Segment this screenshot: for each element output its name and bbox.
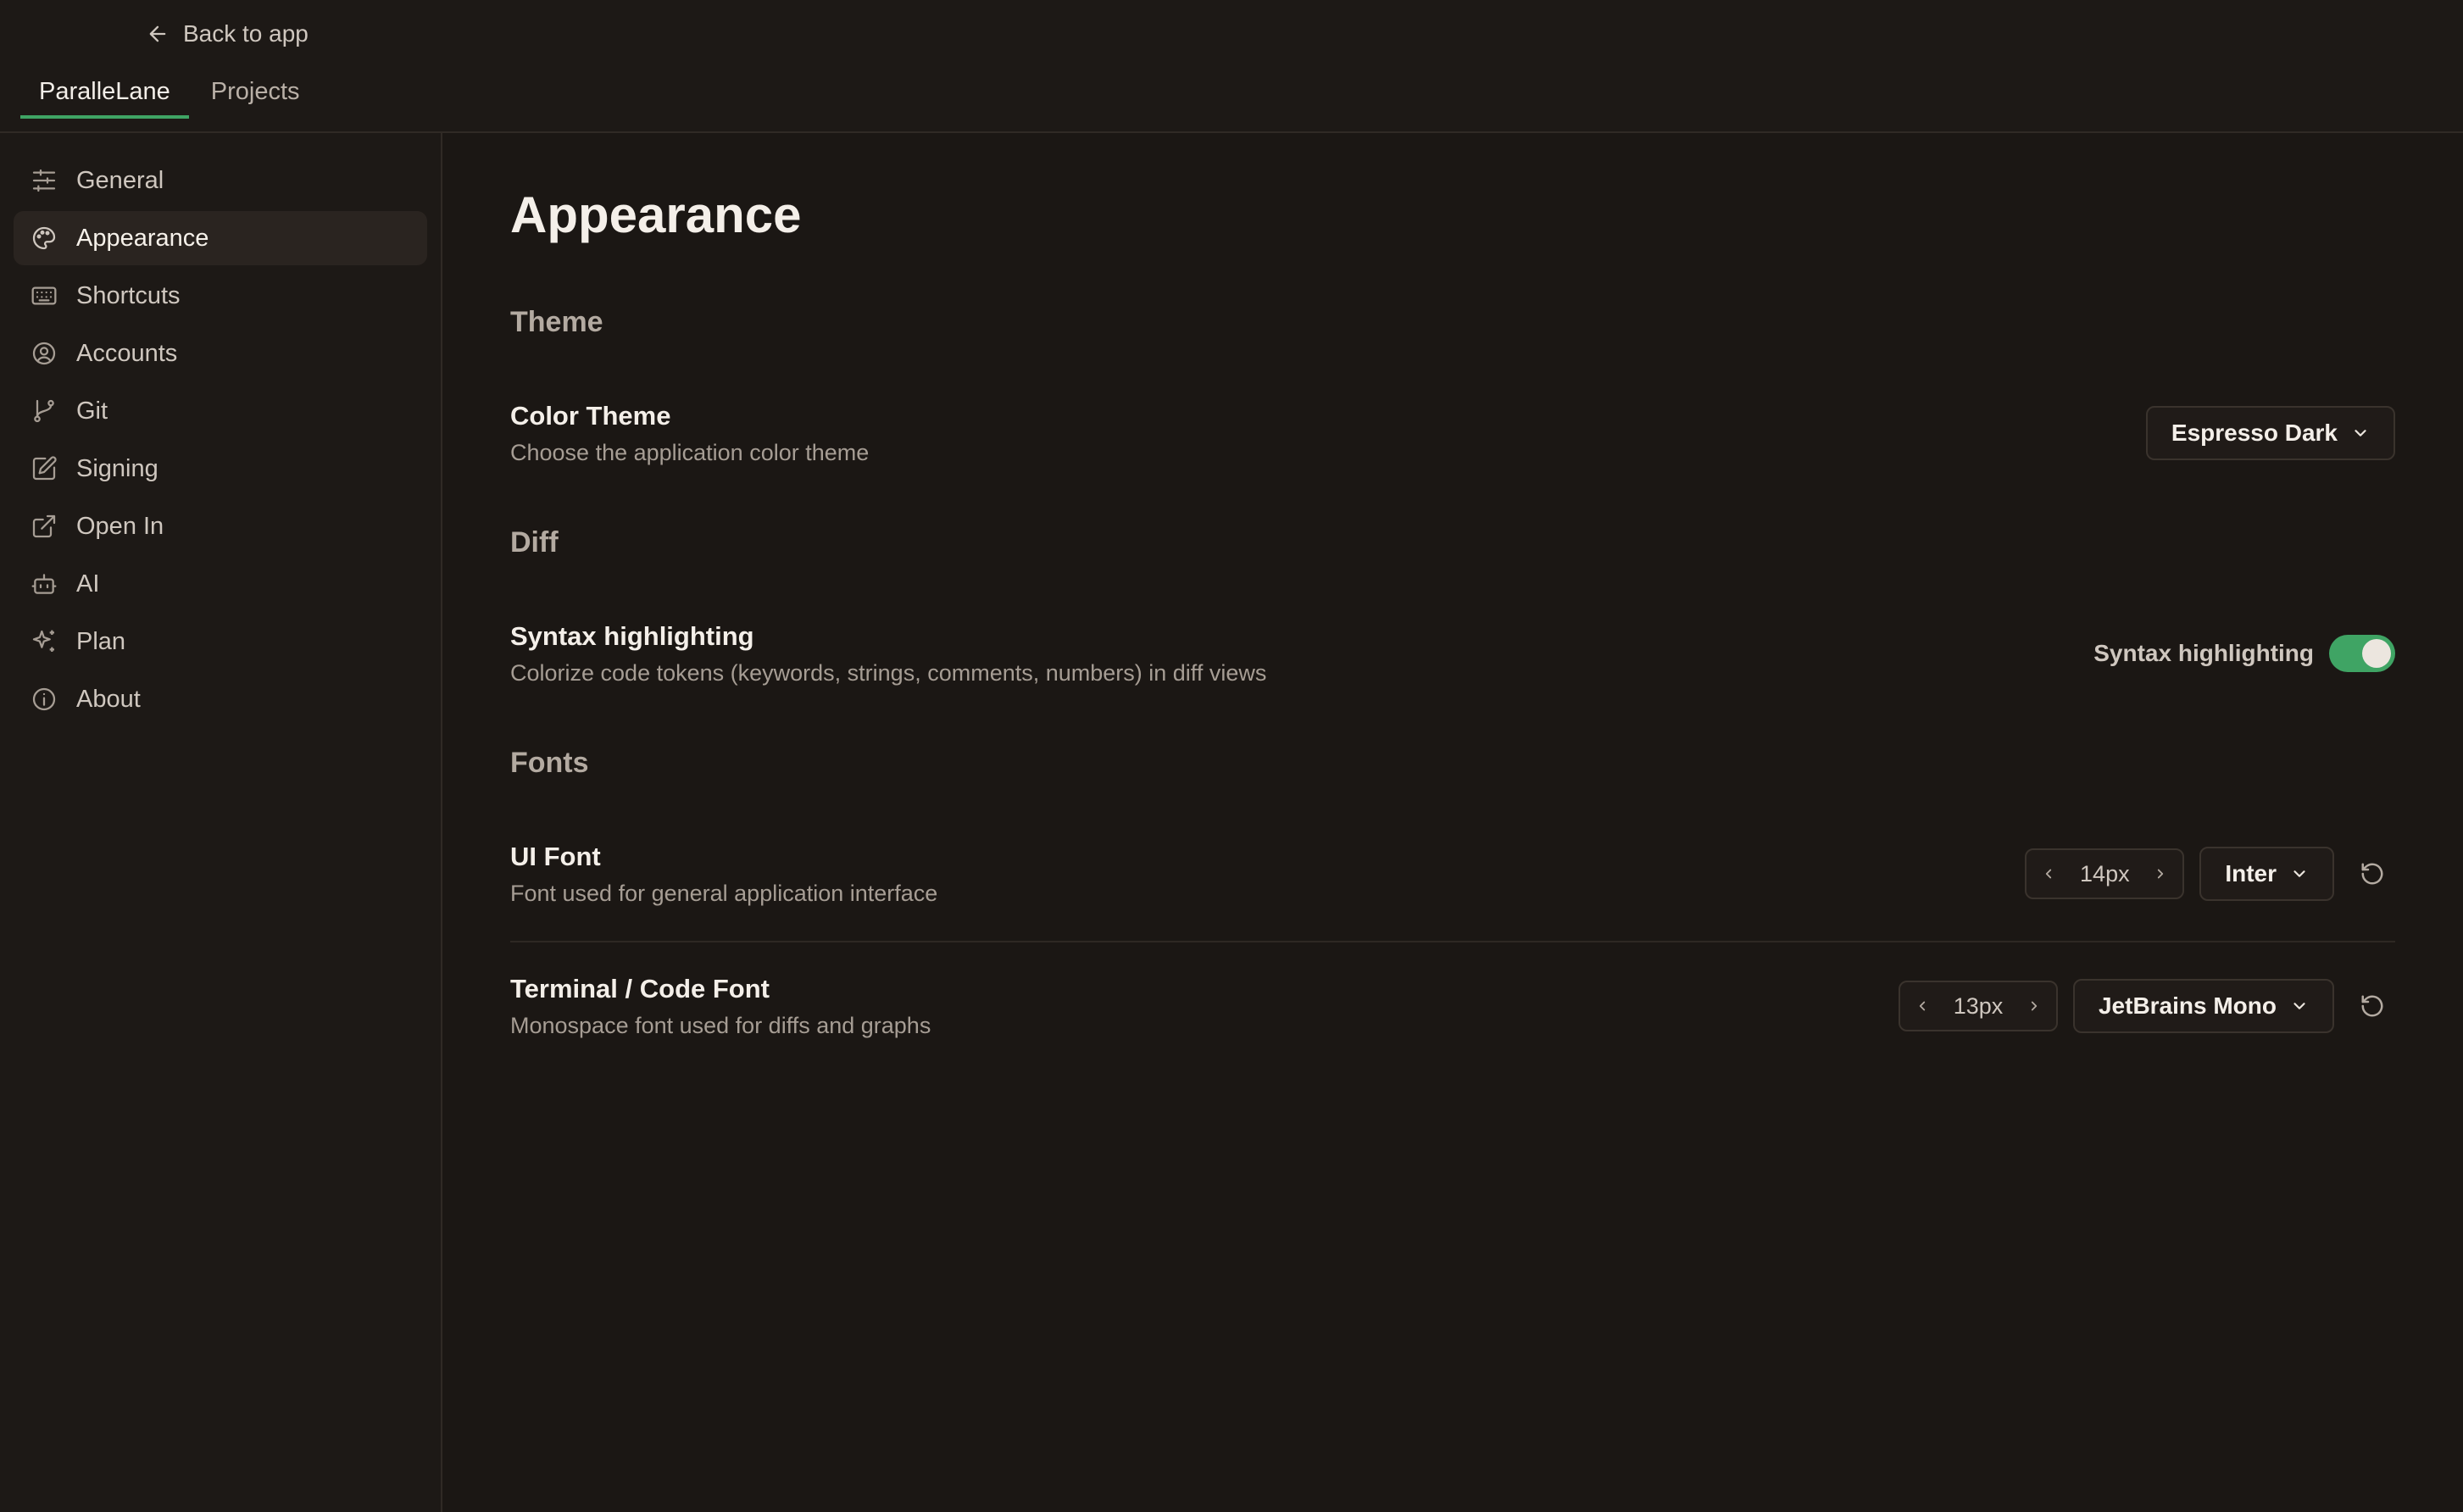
code-font-size-decrease-button[interactable]	[1900, 982, 1944, 1030]
user-circle-icon	[32, 342, 56, 365]
sidebar-item-label: Open In	[76, 512, 164, 540]
color-theme-row: Color Theme Choose the application color…	[510, 401, 2395, 486]
top-tabs: ParalleLane Projects	[20, 73, 322, 119]
ui-font-size-decrease-button[interactable]	[2027, 850, 2071, 898]
color-theme-controls: Espresso Dark	[2145, 406, 2395, 460]
bot-icon	[31, 574, 57, 594]
color-theme-select[interactable]: Espresso Dark	[2145, 406, 2395, 460]
chevron-down-icon	[2293, 870, 2305, 877]
code-font-size-increase-button[interactable]	[2012, 982, 2056, 1030]
reset-icon	[2361, 995, 2383, 1017]
settings-sidebar: General Appearance Shortcuts Accounts Gi…	[0, 133, 442, 1512]
edit-icon	[32, 456, 57, 481]
sidebar-item-about[interactable]: About	[14, 672, 427, 726]
color-theme-description: Choose the application color theme	[510, 440, 870, 465]
sparkle-icon	[32, 630, 54, 652]
color-theme-value: Espresso Dark	[2171, 420, 2338, 446]
ui-font-title: UI Font	[510, 842, 601, 871]
info-icon	[32, 687, 56, 711]
ui-font-reset-button[interactable]	[2349, 851, 2395, 897]
sidebar-item-label: Appearance	[76, 224, 209, 252]
arrow-left-icon	[149, 25, 166, 42]
git-branch-icon	[34, 399, 54, 423]
code-font-family-select[interactable]: JetBrains Mono	[2072, 979, 2334, 1033]
code-font-title: Terminal / Code Font	[510, 974, 770, 1003]
syntax-highlighting-description: Colorize code tokens (keywords, strings,…	[510, 660, 1267, 686]
sidebar-item-open-in[interactable]: Open In	[14, 499, 427, 553]
code-font-description: Monospace font used for diffs and graphs	[510, 1013, 931, 1038]
back-to-app-label: Back to app	[183, 20, 309, 47]
sidebar-item-label: Plan	[76, 627, 126, 655]
chevron-down-icon	[2355, 430, 2366, 436]
sidebar-item-accounts[interactable]: Accounts	[14, 326, 427, 381]
palette-icon	[32, 226, 56, 250]
sidebar-item-label: Shortcuts	[76, 281, 181, 309]
ui-font-controls: 14px Inter	[2025, 847, 2395, 901]
sidebar-item-signing[interactable]: Signing	[14, 442, 427, 496]
chevron-left-icon	[1919, 1001, 1926, 1011]
section-title-diff: Diff	[510, 526, 559, 559]
code-font-family-value: JetBrains Mono	[2098, 992, 2277, 1019]
sidebar-item-ai[interactable]: AI	[14, 557, 427, 611]
page-title: Appearance	[510, 186, 802, 243]
sidebar-item-label: About	[76, 685, 141, 713]
tab-parallelane[interactable]: ParalleLane	[20, 73, 189, 119]
chevron-left-icon	[2046, 869, 2052, 879]
sidebar-item-label: Git	[76, 397, 108, 425]
ui-font-size-value: 14px	[2080, 860, 2130, 887]
color-theme-title: Color Theme	[510, 401, 671, 431]
chevron-right-icon	[2031, 1001, 2038, 1011]
keyboard-icon	[31, 286, 57, 305]
sidebar-item-label: General	[76, 166, 164, 194]
external-link-icon	[32, 514, 56, 538]
syntax-highlighting-toggle-label: Syntax highlighting	[2093, 640, 2314, 666]
ui-font-family-select[interactable]: Inter	[2199, 847, 2334, 901]
reset-icon	[2361, 863, 2383, 885]
back-to-app-link[interactable]: Back to app	[146, 17, 309, 51]
code-font-size-value: 13px	[1953, 992, 2004, 1019]
ui-font-family-value: Inter	[2225, 860, 2277, 887]
ui-font-size-stepper: 14px	[2025, 848, 2185, 899]
code-font-controls: 13px JetBrains Mono	[1898, 979, 2395, 1033]
tab-projects[interactable]: Projects	[192, 73, 319, 119]
settings-content: Appearance Theme Color Theme Choose the …	[444, 133, 2463, 1512]
sidebar-item-shortcuts[interactable]: Shortcuts	[14, 269, 427, 323]
code-font-row: Terminal / Code Font Monospace font used…	[510, 974, 2395, 1059]
ui-font-description: Font used for general application interf…	[510, 881, 938, 906]
chevron-down-icon	[2293, 1003, 2305, 1009]
ui-font-size-increase-button[interactable]	[2138, 850, 2182, 898]
sidebar-item-label: AI	[76, 570, 100, 598]
chevron-right-icon	[2158, 869, 2164, 879]
section-title-fonts: Fonts	[510, 747, 589, 779]
sidebar-item-git[interactable]: Git	[14, 384, 427, 438]
code-font-size-stepper: 13px	[1898, 981, 2058, 1031]
toggle-knob	[2362, 639, 2391, 668]
syntax-highlighting-toggle[interactable]	[2329, 635, 2395, 672]
sliders-icon	[32, 169, 56, 192]
syntax-highlighting-title: Syntax highlighting	[510, 621, 754, 651]
sidebar-item-label: Signing	[76, 454, 158, 482]
syntax-highlighting-row: Syntax highlighting Colorize code tokens…	[510, 621, 2395, 706]
sidebar-item-label: Accounts	[76, 339, 178, 367]
ui-font-row: UI Font Font used for general applicatio…	[510, 842, 2395, 926]
sidebar-item-appearance[interactable]: Appearance	[14, 211, 427, 265]
section-title-theme: Theme	[510, 306, 603, 338]
sidebar-item-general[interactable]: General	[14, 153, 427, 208]
sidebar-item-plan[interactable]: Plan	[14, 614, 427, 669]
row-divider	[510, 941, 2395, 942]
code-font-reset-button[interactable]	[2349, 983, 2395, 1029]
syntax-highlighting-controls: Syntax highlighting	[2093, 626, 2395, 681]
top-header: Back to app ParalleLane Projects	[0, 0, 2463, 133]
